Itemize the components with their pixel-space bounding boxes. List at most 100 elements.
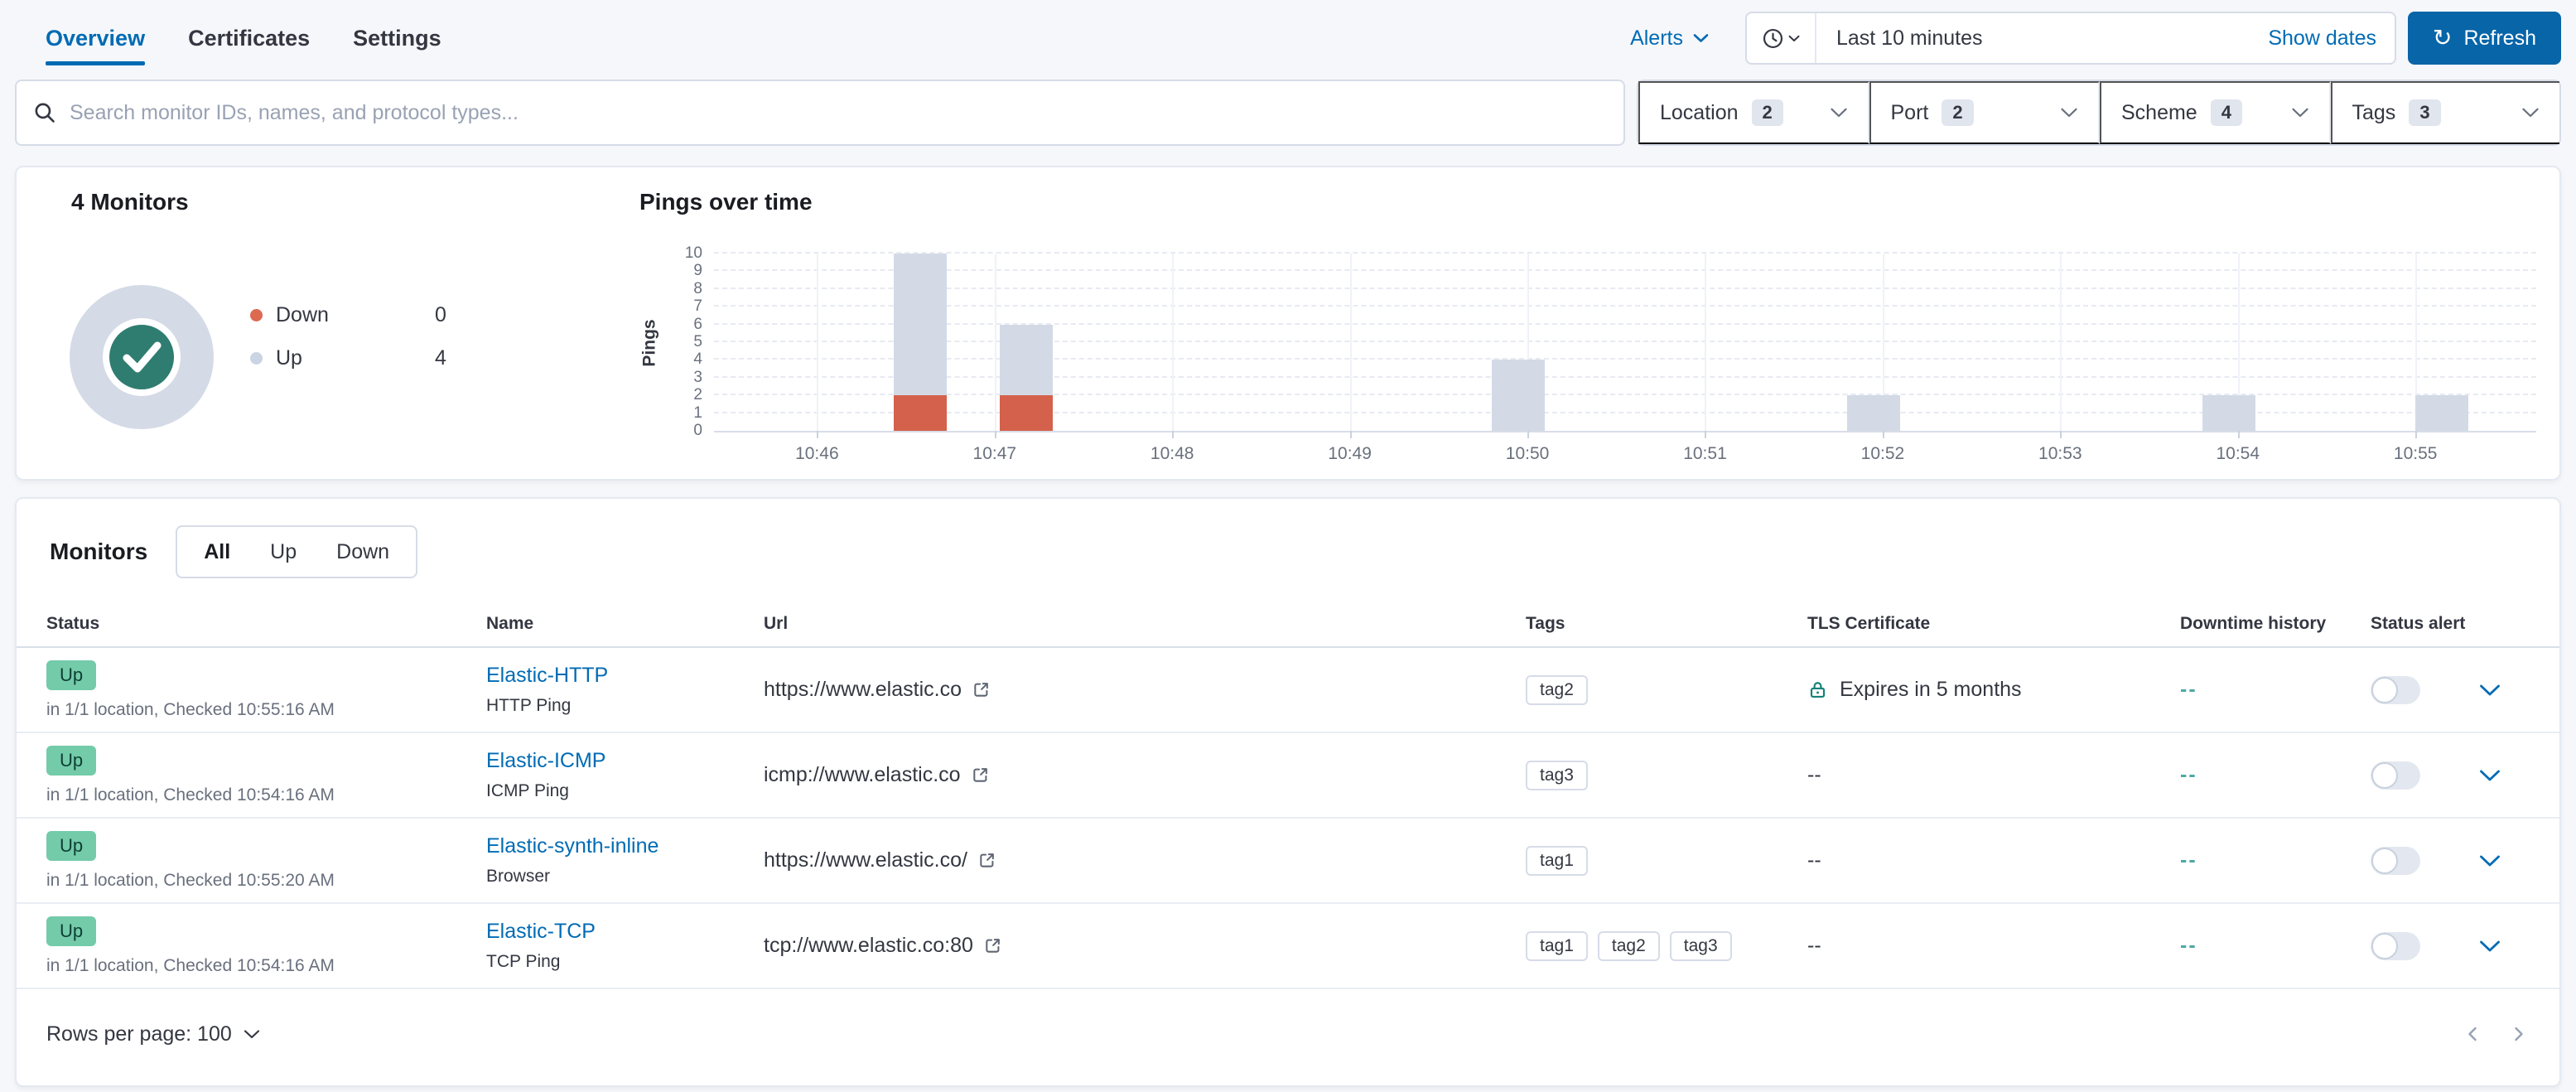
filter-count-badge: 4 [2210, 99, 2242, 126]
pings-bar-down [1000, 395, 1054, 431]
downtime-history-value: -- [2180, 848, 2197, 872]
name-cell: Elastic-TCP TCP Ping [486, 920, 764, 972]
status-detail: in 1/1 location, Checked 10:54:16 AM [46, 785, 335, 805]
filter-group: Location 2 Port 2 Scheme 4 Tags 3 [1637, 80, 2561, 146]
status-badge: Up [46, 660, 97, 690]
status-alert-toggle[interactable] [2371, 761, 2420, 790]
downtime-cell: -- [2180, 848, 2371, 872]
filter-scheme[interactable]: Scheme 4 [2100, 81, 2331, 144]
filter-label: Scheme [2121, 100, 2197, 124]
tag-badge[interactable]: tag2 [1526, 674, 1588, 705]
url-cell: icmp://www.elastic.co [764, 763, 1526, 787]
status-badge: Up [46, 916, 97, 946]
y-gridline [714, 375, 2536, 378]
monitor-name-link[interactable]: Elastic-ICMP [486, 749, 605, 773]
clock-icon [1762, 27, 1784, 50]
downtime-history-value: -- [2180, 763, 2197, 786]
filter-tags[interactable]: Tags 3 [2330, 81, 2559, 144]
column-header-tags: Tags [1526, 614, 1565, 633]
tab-settings[interactable]: Settings [353, 0, 441, 76]
chevron-right-icon [2515, 1027, 2523, 1041]
tls-status: -- [1807, 763, 1821, 786]
rows-per-page-button[interactable]: Rows per page: 100 [46, 1022, 260, 1046]
tags-cell: tag1 tag2 tag3 [1526, 930, 1807, 961]
status-alert-toggle[interactable] [2371, 931, 2420, 960]
x-axis-tick [1527, 431, 1530, 438]
expand-cell [2478, 853, 2551, 868]
status-alert-cell [2371, 931, 2478, 960]
expand-row-button[interactable] [2478, 683, 2501, 698]
tag-badge[interactable]: tag1 [1526, 845, 1588, 876]
monitor-url-link[interactable]: icmp://www.elastic.co [764, 763, 961, 787]
status-cell: Up in 1/1 location, Checked 10:55:16 AM [46, 660, 486, 720]
search-filter-bar: Location 2 Port 2 Scheme 4 Tags 3 [15, 80, 2561, 146]
column-header-url: Url [764, 614, 789, 633]
monitor-name-link[interactable]: Elastic-HTTP [486, 664, 608, 688]
pings-chart-title: Pings over time [639, 189, 813, 215]
pings-chart-plot: 0 1 2 3 4 5 6 7 8 9 10 10:46 10:47 10:48 10:49 10:50 10:… [685, 244, 2536, 463]
monitor-url-link[interactable]: https://www.elastic.co [764, 678, 962, 702]
filter-port[interactable]: Port 2 [1869, 81, 2100, 144]
pings-bar-down [893, 395, 947, 431]
time-range-value[interactable]: Last 10 minutes [1816, 13, 2250, 63]
chevron-down-icon [1693, 33, 1709, 43]
filter-location[interactable]: Location 2 [1638, 81, 1869, 144]
app-tabs: Overview Certificates Settings [46, 0, 441, 76]
y-axis-tick-label: 6 [693, 315, 702, 333]
tab-all[interactable]: All [184, 540, 250, 564]
quick-select-time-button[interactable] [1747, 13, 1816, 63]
status-alert-toggle[interactable] [2371, 675, 2420, 704]
toggle-knob [2371, 932, 2398, 959]
tags-cell: tag3 [1526, 760, 1807, 790]
monitor-url-link[interactable]: tcp://www.elastic.co:80 [764, 934, 973, 958]
alerts-menu-button[interactable]: Alerts [1630, 27, 1709, 51]
tab-overview[interactable]: Overview [46, 0, 146, 76]
tab-down[interactable]: Down [316, 540, 409, 564]
tls-cell: -- [1807, 934, 2180, 958]
tag-badge[interactable]: tag1 [1526, 930, 1588, 961]
filter-label: Location [1660, 100, 1739, 124]
x-gridline [1705, 254, 1707, 431]
status-detail: in 1/1 location, Checked 10:54:16 AM [46, 955, 335, 975]
expand-row-button[interactable] [2478, 768, 2501, 783]
downtime-history-value: -- [2180, 678, 2197, 701]
filter-label: Tags [2352, 100, 2396, 124]
url-cell: tcp://www.elastic.co:80 [764, 934, 1526, 958]
x-axis-tick-label: 10:55 [2393, 444, 2438, 463]
x-axis-tick-label: 10:46 [795, 444, 839, 463]
previous-page-button[interactable] [2462, 1022, 2483, 1046]
rows-per-page-label: Rows per page: 100 [46, 1022, 232, 1046]
status-alert-toggle[interactable] [2371, 846, 2420, 875]
monitors-panel: Monitors All Up Down Status Name Url Tag… [15, 497, 2561, 1087]
search-icon [33, 101, 56, 124]
tab-up[interactable]: Up [250, 540, 316, 564]
legend-item-up: Up 4 [250, 336, 446, 379]
monitor-url-link[interactable]: https://www.elastic.co/ [764, 848, 967, 872]
y-axis-tick-label: 9 [693, 262, 702, 280]
x-axis-tick-label: 10:47 [972, 444, 1017, 463]
next-page-button[interactable] [2508, 1022, 2530, 1046]
tag-badge[interactable]: tag3 [1669, 930, 1732, 961]
monitor-type: Browser [486, 867, 551, 886]
table-row: Up in 1/1 location, Checked 10:55:16 AM El… [17, 648, 2559, 733]
tag-badge[interactable]: tag3 [1526, 760, 1588, 790]
y-gridline [714, 341, 2536, 342]
y-axis-tick-label: 0 [693, 422, 702, 439]
tab-certificates[interactable]: Certificates [188, 0, 310, 76]
show-dates-button[interactable]: Show dates [2250, 13, 2395, 63]
tag-badge[interactable]: tag2 [1597, 930, 1660, 961]
monitor-name-link[interactable]: Elastic-TCP [486, 920, 596, 944]
expand-row-button[interactable] [2478, 939, 2501, 954]
pings-bar-up [1492, 360, 1546, 431]
x-gridline [2060, 254, 2062, 431]
expand-row-button[interactable] [2478, 853, 2501, 868]
x-axis-tick-label: 10:49 [1328, 444, 1372, 463]
y-axis-tick-label: 7 [693, 297, 702, 316]
y-gridline [714, 252, 2536, 254]
monitor-name-link[interactable]: Elastic-synth-inline [486, 834, 658, 858]
x-axis-tick-label: 10:52 [1860, 444, 1905, 463]
name-cell: Elastic-HTTP HTTP Ping [486, 664, 764, 716]
refresh-button[interactable]: ↻ Refresh [2407, 12, 2561, 65]
x-axis-tick [2237, 431, 2240, 438]
search-input[interactable] [70, 100, 1607, 125]
